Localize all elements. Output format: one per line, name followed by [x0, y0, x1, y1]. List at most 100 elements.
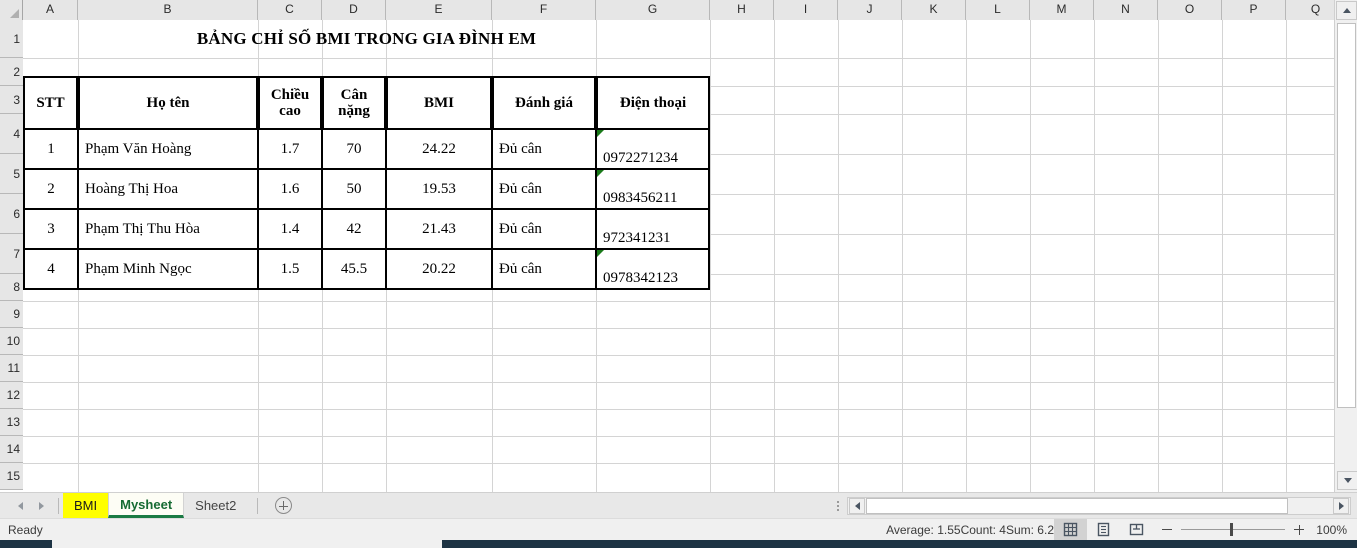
vertical-scroll-thumb[interactable]	[1337, 23, 1356, 408]
column-header-m[interactable]: M	[1030, 0, 1094, 20]
row-header-12[interactable]: 12	[0, 382, 23, 409]
row-header-9[interactable]: 9	[0, 301, 23, 328]
cell-bmi-row2[interactable]: 19.53	[386, 170, 492, 210]
arrow-up-icon	[1342, 8, 1351, 13]
cell-height-row2[interactable]: 1.6	[258, 170, 322, 210]
previous-sheet-icon[interactable]	[18, 501, 23, 510]
cell-height-row4[interactable]: 1.5	[258, 250, 322, 290]
column-header-p[interactable]: P	[1222, 0, 1286, 20]
arrow-down-icon	[1343, 478, 1352, 483]
column-header-j[interactable]: J	[838, 0, 902, 20]
page-break-icon	[1129, 523, 1144, 536]
column-header-o[interactable]: O	[1158, 0, 1222, 20]
cell-phone-row1[interactable]: 0972271234	[596, 130, 710, 170]
select-all-corner[interactable]	[0, 0, 23, 20]
row-header-8[interactable]: 8	[0, 274, 23, 301]
scroll-up-button[interactable]	[1336, 1, 1357, 20]
status-sum[interactable]: Sum: 6.2	[1006, 523, 1054, 537]
scroll-right-button[interactable]	[1333, 497, 1349, 514]
cell-name-row3[interactable]: Phạm Thị Thu Hòa	[78, 210, 258, 250]
cell-weight-row2[interactable]: 50	[322, 170, 386, 210]
plus-icon	[274, 497, 292, 514]
column-header-f[interactable]: F	[492, 0, 596, 20]
cell-rating-row2[interactable]: Đủ cân	[492, 170, 596, 210]
cell-weight-row1[interactable]: 70	[322, 130, 386, 170]
page-break-preview-button[interactable]	[1120, 519, 1153, 541]
status-average[interactable]: Average: 1.55	[886, 523, 961, 537]
column-header-g[interactable]: G	[596, 0, 710, 20]
row-header-6[interactable]: 6	[0, 194, 23, 234]
cell-stt-row4[interactable]: 4	[23, 250, 78, 290]
sheet-tab-bmi[interactable]: BMI	[63, 493, 109, 518]
row-header-1[interactable]: 1	[0, 20, 23, 58]
status-count[interactable]: Count: 4	[961, 523, 1006, 537]
zoom-slider-thumb[interactable]	[1230, 523, 1233, 536]
row-header-10[interactable]: 10	[0, 328, 23, 355]
horizontal-scrollbar[interactable]	[847, 496, 1351, 515]
zoom-in-button[interactable]	[1291, 522, 1307, 538]
next-sheet-icon[interactable]	[39, 501, 44, 510]
table-title: BẢNG CHỈ SỐ BMI TRONG GIA ĐÌNH EM	[196, 29, 537, 48]
cell-stt-row3[interactable]: 3	[23, 210, 78, 250]
add-sheet-button[interactable]	[270, 493, 296, 518]
gridline-horizontal	[23, 301, 1334, 302]
cell-rating-row1[interactable]: Đủ cân	[492, 130, 596, 170]
column-header-e[interactable]: E	[386, 0, 492, 20]
column-header-k[interactable]: K	[902, 0, 966, 20]
cell-stt-row1[interactable]: 1	[23, 130, 78, 170]
row-header-2[interactable]: 2	[0, 58, 23, 86]
vertical-scrollbar[interactable]	[1334, 0, 1357, 492]
cell-bmi-row4[interactable]: 20.22	[386, 250, 492, 290]
cell-name-row4[interactable]: Phạm Minh Ngọc	[78, 250, 258, 290]
gridline-vertical	[838, 20, 839, 492]
cell-height-row3[interactable]: 1.4	[258, 210, 322, 250]
zoom-out-button[interactable]	[1159, 522, 1175, 538]
cell-bmi-row1[interactable]: 24.22	[386, 130, 492, 170]
sheet-nav-arrows[interactable]	[0, 501, 58, 510]
cell-bmi-row3[interactable]: 21.43	[386, 210, 492, 250]
horizontal-scroll-thumb[interactable]	[866, 497, 1288, 514]
spreadsheet-grid[interactable]: ABCDEFGHIJKLMNOPQ 1 2 3 4 5 6 7 8 9 10 11 12 13 14 15 …	[0, 0, 1357, 492]
page-layout-view-button[interactable]	[1087, 519, 1120, 541]
gridline-vertical	[710, 20, 711, 492]
column-header-n[interactable]: N	[1094, 0, 1158, 20]
column-header-a[interactable]: A	[23, 0, 78, 20]
zoom-slider-track[interactable]	[1181, 523, 1285, 536]
cell-rating-row4[interactable]: Đủ cân	[492, 250, 596, 290]
sheet-tab-sheet2[interactable]: Sheet2	[184, 493, 247, 518]
scroll-left-button[interactable]	[849, 497, 865, 514]
row-header-13[interactable]: 13	[0, 409, 23, 436]
zoom-percentage[interactable]: 100%	[1315, 523, 1357, 537]
scroll-down-button[interactable]	[1337, 471, 1357, 490]
cell-stt-row2[interactable]: 2	[23, 170, 78, 210]
cell-phone-row4[interactable]: 0978342123	[596, 250, 710, 290]
tab-split-handle[interactable]	[837, 500, 847, 511]
column-header-i[interactable]: I	[774, 0, 838, 20]
row-header-7[interactable]: 7	[0, 234, 23, 274]
row-header-3[interactable]: 3	[0, 86, 23, 114]
column-header-d[interactable]: D	[322, 0, 386, 20]
column-header-l[interactable]: L	[966, 0, 1030, 20]
cell-phone-row2[interactable]: 0983456211	[596, 170, 710, 210]
row-header-15[interactable]: 15	[0, 463, 23, 490]
column-header-h[interactable]: H	[710, 0, 774, 20]
column-header-c[interactable]: C	[258, 0, 322, 20]
cell-rating-row3[interactable]: Đủ cân	[492, 210, 596, 250]
cell-area[interactable]: BẢNG CHỈ SỐ BMI TRONG GIA ĐÌNH EM STT Họ…	[23, 20, 1334, 492]
sheet-tab-mysheet[interactable]: Mysheet	[108, 493, 185, 518]
row-header-14[interactable]: 14	[0, 436, 23, 463]
row-header-5[interactable]: 5	[0, 154, 23, 194]
normal-view-button[interactable]	[1054, 518, 1087, 541]
column-header-b[interactable]: B	[78, 0, 258, 20]
cell-phone-row3[interactable]: 972341231	[596, 210, 710, 250]
zoom-controls	[1153, 522, 1315, 538]
cell-weight-row3[interactable]: 42	[322, 210, 386, 250]
cell-name-row2[interactable]: Hoàng Thị Hoa	[78, 170, 258, 210]
gridline-horizontal	[23, 409, 1334, 410]
cell-name-row1[interactable]: Phạm Văn Hoàng	[78, 130, 258, 170]
row-header-4[interactable]: 4	[0, 114, 23, 154]
cell-height-row1[interactable]: 1.7	[258, 130, 322, 170]
header-phone: Điện thoại	[596, 76, 710, 130]
row-header-11[interactable]: 11	[0, 355, 23, 382]
cell-weight-row4[interactable]: 45.5	[322, 250, 386, 290]
